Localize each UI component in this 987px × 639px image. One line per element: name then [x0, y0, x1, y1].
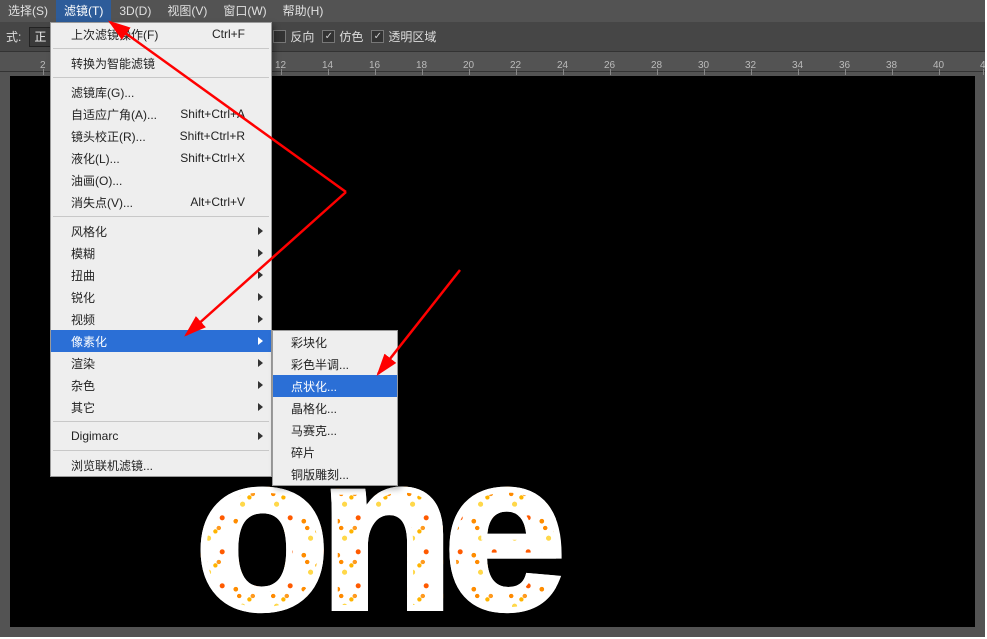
menu-item-label: 上次滤镜操作(F) — [71, 26, 158, 43]
filter-menu-item[interactable]: 浏览联机滤镜... — [51, 454, 271, 476]
opt-dither[interactable]: ✓仿色 — [322, 28, 363, 45]
filter-menu-item[interactable]: 自适应广角(A)... Shift+Ctrl+A — [51, 103, 271, 125]
menu-separator — [53, 77, 269, 78]
opt-dither-label: 仿色 — [339, 28, 363, 45]
pixelate-submenu-item[interactable]: 碎片 — [273, 441, 397, 463]
menu-separator — [53, 216, 269, 217]
ruler-tick: 36 — [839, 60, 850, 71]
chevron-right-icon — [258, 315, 263, 323]
menubar: 选择(S) 滤镜(T) 3D(D) 视图(V) 窗口(W) 帮助(H) — [0, 0, 985, 22]
menu-item-label: 像素化 — [71, 333, 107, 350]
filter-menu-item[interactable]: 锐化 — [51, 286, 271, 308]
chevron-right-icon — [258, 293, 263, 301]
filter-menu-item[interactable]: 像素化 — [51, 330, 271, 352]
menu-filter[interactable]: 滤镜(T) — [56, 0, 111, 22]
menu-item-label: Digimarc — [71, 429, 118, 443]
ruler-tick: 26 — [604, 60, 615, 71]
filter-menu-item[interactable]: 风格化 — [51, 220, 271, 242]
filter-menu-item[interactable]: Digimarc — [51, 425, 271, 447]
ruler-tick: 24 — [557, 60, 568, 71]
ruler-tick: 34 — [792, 60, 803, 71]
filter-menu-item[interactable]: 上次滤镜操作(F) Ctrl+F — [51, 23, 271, 45]
chevron-right-icon — [258, 359, 263, 367]
ruler-tick: 40 — [933, 60, 944, 71]
menu-item-label: 锐化 — [71, 289, 95, 306]
ruler-tick: 2 — [40, 60, 46, 71]
mode-label: 式: — [6, 28, 21, 45]
menu-separator — [53, 48, 269, 49]
opt-alpha-label: 透明区域 — [388, 28, 436, 45]
chevron-right-icon — [258, 227, 263, 235]
chevron-right-icon — [258, 337, 263, 345]
menu-item-label: 视频 — [71, 311, 95, 328]
chevron-right-icon — [258, 381, 263, 389]
filter-menu-item[interactable]: 滤镜库(G)... — [51, 81, 271, 103]
pixelate-submenu: 彩块化彩色半调...点状化...晶格化...马赛克...碎片铜版雕刻... — [272, 330, 398, 486]
pixelate-submenu-item[interactable]: 点状化... — [273, 375, 397, 397]
filter-menu-item[interactable]: 油画(O)... — [51, 169, 271, 191]
ruler-tick: 12 — [275, 60, 286, 71]
filter-menu-item[interactable]: 转换为智能滤镜 — [51, 52, 271, 74]
pixelate-submenu-item[interactable]: 晶格化... — [273, 397, 397, 419]
ruler-tick: 16 — [369, 60, 380, 71]
menu-item-label: 油画(O)... — [71, 172, 122, 189]
menu-select[interactable]: 选择(S) — [0, 0, 56, 22]
ruler-tick: 32 — [745, 60, 756, 71]
filter-menu-item[interactable]: 液化(L)... Shift+Ctrl+X — [51, 147, 271, 169]
pixelate-submenu-item[interactable]: 马赛克... — [273, 419, 397, 441]
menu-separator — [53, 421, 269, 422]
chevron-right-icon — [258, 432, 263, 440]
chevron-right-icon — [258, 403, 263, 411]
ruler-tick: 28 — [651, 60, 662, 71]
filter-menu-item[interactable]: 其它 — [51, 396, 271, 418]
menu-item-label: 渲染 — [71, 355, 95, 372]
menu-item-label: 消失点(V)... — [71, 194, 133, 211]
menu-window[interactable]: 窗口(W) — [215, 0, 274, 22]
menu-item-label: 风格化 — [71, 223, 107, 240]
menu-item-label: 浏览联机滤镜... — [71, 457, 153, 474]
filter-menu-dropdown: 上次滤镜操作(F) Ctrl+F 转换为智能滤镜滤镜库(G)... 自适应广角(A).… — [50, 22, 272, 477]
chevron-right-icon — [258, 249, 263, 257]
ruler-tick: 30 — [698, 60, 709, 71]
menu-item-label: 转换为智能滤镜 — [71, 55, 155, 72]
filter-menu-item[interactable]: 视频 — [51, 308, 271, 330]
pixelate-submenu-item[interactable]: 彩块化 — [273, 331, 397, 353]
pixelate-submenu-item[interactable]: 铜版雕刻... — [273, 463, 397, 485]
filter-menu-item[interactable]: 扭曲 — [51, 264, 271, 286]
filter-menu-item[interactable]: 镜头校正(R)... Shift+Ctrl+R — [51, 125, 271, 147]
opt-invert-label: 反向 — [290, 28, 314, 45]
menu-item-label: 滤镜库(G)... — [71, 84, 134, 101]
ruler-tick: 4 — [980, 60, 985, 71]
app-window: 选择(S) 滤镜(T) 3D(D) 视图(V) 窗口(W) 帮助(H) 式: 反… — [0, 0, 985, 637]
menu-separator — [53, 450, 269, 451]
menu-item-label: 扭曲 — [71, 267, 95, 284]
ruler-tick: 18 — [416, 60, 427, 71]
filter-menu-item[interactable]: 杂色 — [51, 374, 271, 396]
filter-menu-item[interactable]: 消失点(V)... Alt+Ctrl+V — [51, 191, 271, 213]
menu-item-label: 自适应广角(A)... — [71, 106, 157, 123]
menu-item-shortcut: Shift+Ctrl+R — [180, 129, 245, 143]
ruler-tick: 38 — [886, 60, 897, 71]
ruler-tick: 14 — [322, 60, 333, 71]
menu-item-shortcut: Shift+Ctrl+X — [180, 151, 245, 165]
menu-item-label: 其它 — [71, 399, 95, 416]
ruler-tick: 20 — [463, 60, 474, 71]
menu-item-label: 镜头校正(R)... — [71, 128, 146, 145]
menu-item-label: 杂色 — [71, 377, 95, 394]
chevron-right-icon — [258, 271, 263, 279]
menu-item-label: 模糊 — [71, 245, 95, 262]
menu-item-shortcut: Alt+Ctrl+V — [190, 195, 245, 209]
menu-help[interactable]: 帮助(H) — [275, 0, 332, 22]
menu-item-shortcut: Shift+Ctrl+A — [180, 107, 245, 121]
filter-menu-item[interactable]: 模糊 — [51, 242, 271, 264]
opt-invert[interactable]: 反向 — [273, 28, 314, 45]
menu-view[interactable]: 视图(V) — [159, 0, 215, 22]
menu-3d[interactable]: 3D(D) — [111, 0, 159, 22]
pixelate-submenu-item[interactable]: 彩色半调... — [273, 353, 397, 375]
ruler-tick: 22 — [510, 60, 521, 71]
filter-menu-item[interactable]: 渲染 — [51, 352, 271, 374]
opt-alpha[interactable]: ✓透明区域 — [371, 28, 436, 45]
menu-item-shortcut: Ctrl+F — [212, 27, 245, 41]
menu-item-label: 液化(L)... — [71, 150, 120, 167]
